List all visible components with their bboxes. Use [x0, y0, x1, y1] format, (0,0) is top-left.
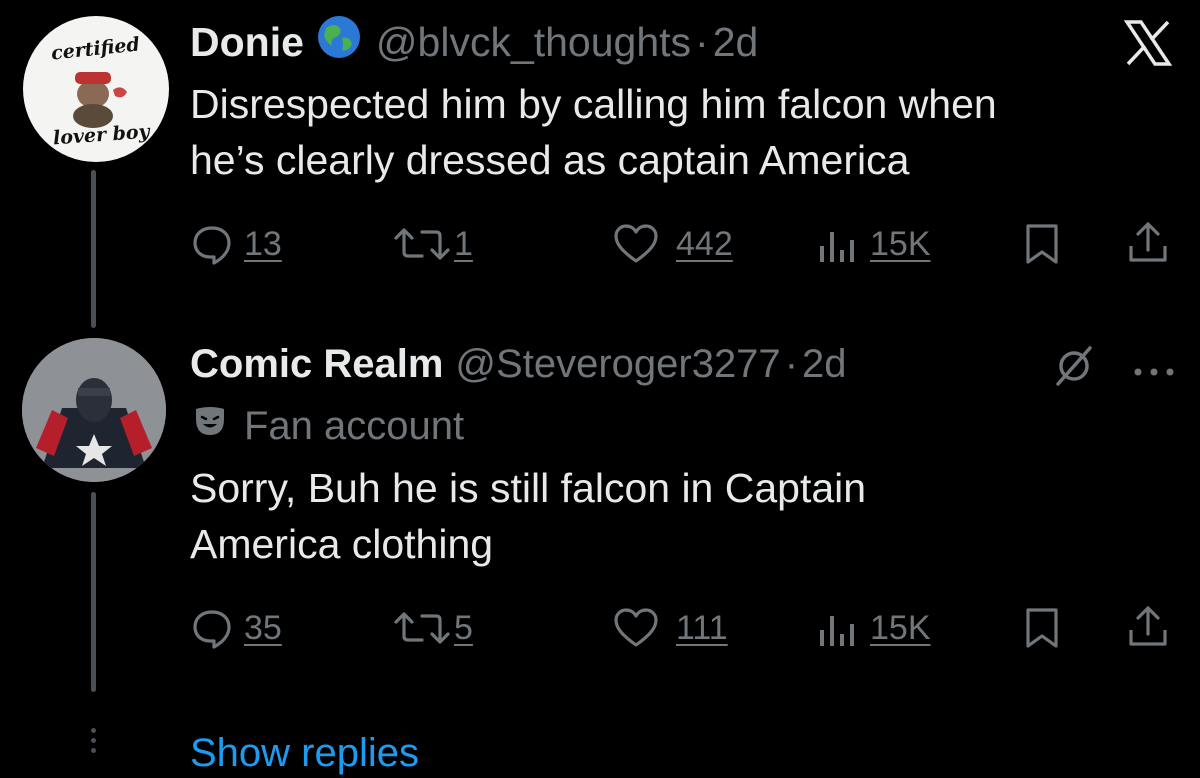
tweet1-text: Disrespected him by calling him falcon w… [190, 76, 997, 188]
tweet-text-line: Disrespected him by calling him falcon w… [190, 81, 997, 127]
like-button[interactable]: 442 [612, 222, 733, 266]
bookmark-icon [1026, 224, 1058, 264]
views-count: 15K [870, 224, 931, 263]
display-name[interactable]: Comic Realm [190, 342, 443, 387]
reply-count: 13 [244, 224, 282, 263]
thread-line [91, 170, 96, 328]
repost-count: 5 [454, 608, 473, 647]
grok-icon[interactable] [1052, 344, 1096, 393]
bookmark-icon [1026, 608, 1058, 648]
like-button[interactable]: 111 [612, 606, 728, 650]
tweet-text-line: he’s clearly dressed as captain America [190, 137, 910, 183]
bookmark-button[interactable] [1022, 222, 1062, 266]
avatar-comic-realm[interactable] [22, 338, 166, 482]
separator-dot: · [784, 341, 799, 386]
bookmark-button[interactable] [1022, 606, 1062, 650]
share-icon [1129, 606, 1167, 646]
tweet2-header: Comic Realm @Steveroger3277 · 2d [190, 336, 847, 392]
views-icon [820, 616, 854, 646]
separator-dot: · [695, 18, 709, 65]
tweet-text-line: Sorry, Buh he is still falcon in Captain [190, 465, 867, 511]
views-button[interactable]: 15K [816, 222, 931, 266]
tweet2-text: Sorry, Buh he is still falcon in Captain… [190, 460, 866, 572]
views-button[interactable]: 15K [816, 606, 931, 650]
like-count: 442 [676, 224, 733, 263]
share-button[interactable] [1126, 220, 1170, 266]
fan-account-text: Fan account [244, 403, 465, 448]
more-options-icon[interactable] [1132, 364, 1176, 382]
reply-button[interactable]: 35 [190, 606, 282, 650]
views-count: 15K [870, 608, 931, 647]
repost-button[interactable]: 1 [392, 222, 473, 266]
timestamp[interactable]: 2d [802, 342, 847, 387]
avatar-donie[interactable]: certified lover boy [23, 16, 169, 162]
show-replies-link[interactable]: Show replies [190, 728, 419, 778]
thread-line [91, 492, 96, 692]
thread-dots [91, 728, 96, 753]
share-button[interactable] [1126, 604, 1170, 650]
handle[interactable]: @blvck_thoughts [376, 19, 691, 66]
like-count: 111 [676, 608, 728, 647]
tweet1-header: Donie @blvck_thoughts · 2d [190, 14, 758, 70]
repost-button[interactable]: 5 [392, 606, 473, 650]
timestamp[interactable]: 2d [713, 19, 759, 66]
reply-count: 35 [244, 608, 282, 647]
repost-icon [394, 228, 450, 260]
avatar-image [22, 338, 166, 482]
tweet-text-line: America clothing [190, 521, 494, 567]
handle[interactable]: @Steveroger3277 [455, 342, 780, 387]
display-name[interactable]: Donie [190, 19, 304, 66]
reply-icon [193, 226, 231, 265]
heart-icon [614, 608, 658, 647]
globe-emoji-icon [316, 14, 362, 70]
x-logo-icon [1123, 20, 1173, 71]
reply-button[interactable]: 13 [190, 222, 282, 266]
fan-account-label: Fan account [192, 400, 464, 452]
heart-icon [614, 224, 658, 263]
repost-icon [394, 612, 450, 644]
theater-mask-icon [192, 403, 228, 449]
reply-icon [193, 610, 231, 649]
repost-count: 1 [454, 224, 473, 263]
share-icon [1129, 222, 1167, 262]
views-icon [820, 232, 854, 262]
